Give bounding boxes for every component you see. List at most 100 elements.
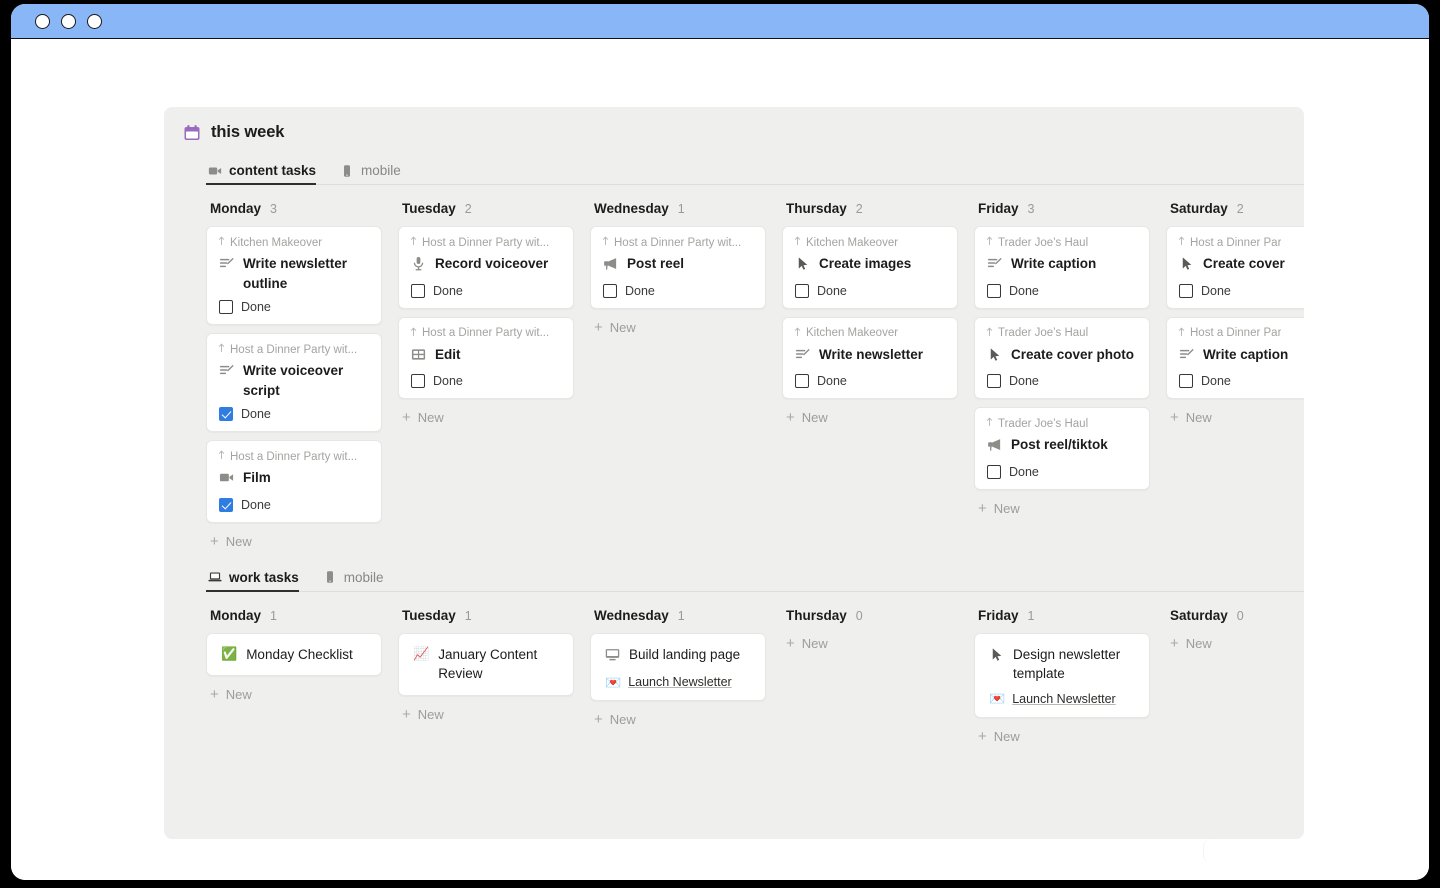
task-card[interactable]: Host a Dinner Par Create cover Done xyxy=(1166,226,1304,309)
checkbox-unchecked[interactable] xyxy=(603,283,617,298)
column-friday: Friday 3 Trader Joe’s Haul Write caption D… xyxy=(974,201,1166,549)
card-checkbox-row[interactable]: Done xyxy=(1177,283,1304,298)
checkbox-label: Done xyxy=(1009,374,1039,389)
card-relation: Trader Joe’s Haul xyxy=(985,417,1139,430)
task-card[interactable]: Host a Dinner Party wit... Post reel Done xyxy=(590,226,766,309)
minimize-button[interactable] xyxy=(61,13,76,29)
task-card[interactable]: Trader Joe’s Haul Create cover photo Done xyxy=(974,316,1150,400)
card-checkbox-row[interactable]: Done xyxy=(217,300,371,315)
plus-icon: + xyxy=(786,634,795,652)
column-count: 1 xyxy=(677,202,685,216)
task-card[interactable]: Host a Dinner Par Write caption Done xyxy=(1166,316,1304,400)
column-count: 2 xyxy=(855,202,863,216)
checkbox-unchecked[interactable] xyxy=(219,300,233,315)
new-card-button[interactable]: + New xyxy=(590,709,782,727)
tab-work-tasks[interactable]: work tasks xyxy=(206,570,308,592)
new-card-button[interactable]: + New xyxy=(782,633,974,651)
checkbox-checked[interactable] xyxy=(219,407,233,422)
board-header: this week xyxy=(164,107,1304,142)
card-relation: Kitchen Makeover xyxy=(793,236,947,249)
new-card-label: New xyxy=(417,410,444,426)
task-card[interactable]: Host a Dinner Party wit... Film Done xyxy=(206,440,382,523)
new-card-button[interactable]: + New xyxy=(974,726,1166,744)
checkbox-unchecked[interactable] xyxy=(1179,283,1193,298)
card-link-row[interactable]: 💌 Launch Newsletter xyxy=(603,675,753,689)
close-button[interactable] xyxy=(35,13,50,29)
new-card-button[interactable]: + New xyxy=(1166,407,1304,425)
checkbox-checked[interactable] xyxy=(219,497,233,512)
checkbox-unchecked[interactable] xyxy=(987,283,1001,298)
task-card[interactable]: Design newsletter template 💌 Launch Newsle… xyxy=(974,632,1150,718)
zoom-button[interactable] xyxy=(87,13,102,29)
card-checkbox-row[interactable]: Done xyxy=(985,283,1139,298)
new-card-button[interactable]: + New xyxy=(206,684,398,702)
tab-mobile[interactable]: mobile xyxy=(338,163,410,185)
column-count: 1 xyxy=(1027,608,1035,623)
new-card-button[interactable]: + New xyxy=(398,407,590,425)
monitor-icon xyxy=(605,647,620,668)
task-card[interactable]: Kitchen Makeover Create images Done xyxy=(782,226,958,309)
card-checkbox-row[interactable]: Done xyxy=(985,464,1139,479)
column-count: 1 xyxy=(677,608,685,623)
card-title-row: Record voiceover xyxy=(409,254,563,277)
card-title-row: Write newsletter xyxy=(793,345,947,368)
checkbox-label: Done xyxy=(241,407,271,422)
task-card[interactable]: Kitchen Makeover Write newsletter Done xyxy=(782,316,958,400)
tab-content-tasks[interactable]: content tasks xyxy=(206,163,325,185)
checkbox-unchecked[interactable] xyxy=(795,374,809,389)
task-card[interactable]: ✅ Monday Checklist xyxy=(206,632,382,677)
new-card-button[interactable]: + New xyxy=(398,704,590,722)
card-relation-label: Host a Dinner Par xyxy=(1190,327,1282,340)
cursor-icon xyxy=(989,647,1004,668)
task-card[interactable]: Trader Joe’s Haul Write caption Done xyxy=(974,226,1150,309)
week-board: this week content tasks mobile Monday 3 Ki… xyxy=(164,107,1304,839)
card-link-row[interactable]: 💌 Launch Newsletter xyxy=(987,692,1137,706)
card-checkbox-row[interactable]: Done xyxy=(217,407,371,422)
checkbox-unchecked[interactable] xyxy=(411,283,425,298)
column-tuesday: Tuesday 2 Host a Dinner Party wit... Reco… xyxy=(398,201,590,549)
checkbox-unchecked[interactable] xyxy=(411,374,425,389)
card-checkbox-row[interactable]: Done xyxy=(409,374,563,389)
task-card[interactable]: Host a Dinner Party wit... Edit Done xyxy=(398,316,574,400)
card-relation-label: Host a Dinner Party wit... xyxy=(614,236,742,249)
card-checkbox-row[interactable]: Done xyxy=(1177,374,1304,389)
column-count: 3 xyxy=(270,202,277,216)
card-title-text: Create cover xyxy=(1203,256,1285,271)
card-title-text: Post reel/tiktok xyxy=(1011,437,1108,453)
task-card[interactable]: Trader Joe’s Haul Post reel/tiktok Done xyxy=(974,407,1150,490)
new-card-button[interactable]: + New xyxy=(974,498,1166,516)
tab-label: work tasks xyxy=(229,569,299,585)
checkbox-unchecked[interactable] xyxy=(1179,374,1193,389)
card-checkbox-row[interactable]: Done xyxy=(793,283,947,298)
plus-icon: + xyxy=(210,686,219,704)
new-card-button[interactable]: + New xyxy=(782,407,974,425)
tab-mobile[interactable]: mobile xyxy=(321,570,393,592)
card-checkbox-row[interactable]: Done xyxy=(217,497,371,512)
task-card[interactable]: 📈 January Content Review xyxy=(398,632,574,696)
task-card[interactable]: Kitchen Makeover Write newsletter outlin… xyxy=(206,226,382,326)
task-card[interactable]: Build landing page 💌 Launch Newsletter xyxy=(590,632,766,702)
column-thursday: Thursday 2 Kitchen Makeover Create images… xyxy=(782,201,974,549)
checkbox-label: Done xyxy=(817,283,847,298)
checkbox-unchecked[interactable] xyxy=(987,464,1001,479)
new-card-button[interactable]: + New xyxy=(206,531,398,549)
new-card-button[interactable]: + New xyxy=(590,317,782,335)
checkbox-unchecked[interactable] xyxy=(987,374,1001,389)
card-relation-label: Trader Joe’s Haul xyxy=(998,236,1089,249)
checkbox-label: Done xyxy=(1009,283,1039,298)
checkbox-unchecked[interactable] xyxy=(795,283,809,298)
card-title-row: Write voiceover script xyxy=(217,361,371,400)
plus-icon: + xyxy=(1170,634,1179,652)
task-card[interactable]: Host a Dinner Party wit... Record voiceo… xyxy=(398,226,574,309)
card-checkbox-row[interactable]: Done xyxy=(793,374,947,389)
laptop-icon xyxy=(208,570,222,584)
card-checkbox-row[interactable]: Done xyxy=(601,283,755,298)
card-checkbox-row[interactable]: Done xyxy=(985,374,1139,389)
column-wednesday: Wednesday 1 Build landing page 💌 Launch New… xyxy=(590,608,782,744)
card-relation: Trader Joe’s Haul xyxy=(985,236,1139,249)
task-card[interactable]: Host a Dinner Party wit... Write voiceov… xyxy=(206,333,382,433)
card-title-text: Film xyxy=(243,470,271,486)
card-checkbox-row[interactable]: Done xyxy=(409,283,563,298)
new-card-button[interactable]: + New xyxy=(1166,633,1304,651)
plus-icon: + xyxy=(402,409,411,427)
